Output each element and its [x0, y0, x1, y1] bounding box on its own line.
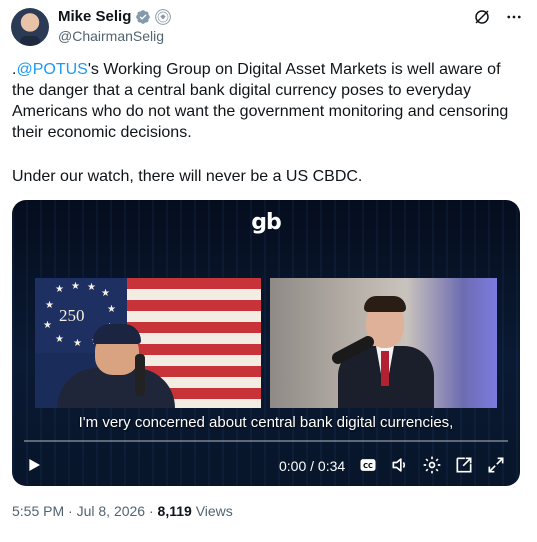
- author-name-row: Mike Selig: [58, 8, 172, 25]
- video-panel-right: [270, 278, 497, 408]
- display-name[interactable]: Mike Selig: [58, 8, 131, 25]
- tweet-meta: 5:55 PM · Jul 8, 2026 · 8,119 Views: [12, 503, 233, 519]
- more-icon[interactable]: [505, 8, 523, 26]
- tweet-date[interactable]: Jul 8, 2026: [77, 503, 146, 519]
- tweet-text-paragraph-2: Under our watch, there will never be a U…: [12, 168, 363, 185]
- video-controls: 0:00 / 0:34 CC: [12, 452, 520, 480]
- gb-logo: gb: [251, 210, 281, 235]
- speaker-right: [329, 296, 450, 408]
- play-icon[interactable]: [26, 457, 42, 473]
- tweet-actions-top: [473, 8, 523, 26]
- meta-separator: ·: [145, 503, 158, 519]
- video-time: 0:00 / 0:34: [279, 458, 346, 474]
- views-count: 8,119: [157, 503, 192, 519]
- captions-icon[interactable]: CC: [358, 455, 378, 475]
- tweet-text: .@POTUS's Working Group on Digital Asset…: [12, 59, 522, 143]
- fullscreen-icon[interactable]: [486, 455, 506, 475]
- video-player[interactable]: gb ★ ★ ★ ★ ★ ★ ★ ★ ★ ★ ★ 250: [12, 200, 520, 486]
- grok-icon[interactable]: [473, 8, 491, 26]
- video-progress-bar[interactable]: [24, 440, 508, 442]
- author-handle[interactable]: @ChairmanSelig: [58, 28, 164, 44]
- pip-icon[interactable]: [454, 455, 474, 475]
- verified-badge-icon[interactable]: [135, 9, 151, 25]
- flag-number: 250: [59, 306, 85, 325]
- tweet: Mike Selig @ChairmanSelig .@POTUS's Work…: [0, 0, 537, 542]
- mention-link[interactable]: @POTUS: [16, 61, 87, 78]
- views-label: Views: [191, 503, 233, 519]
- settings-icon[interactable]: [422, 455, 442, 475]
- avatar[interactable]: [11, 8, 49, 46]
- tweet-time[interactable]: 5:55 PM: [12, 503, 64, 519]
- video-panel-left: ★ ★ ★ ★ ★ ★ ★ ★ ★ ★ ★ 250: [35, 278, 261, 408]
- speaker-left: [57, 324, 175, 408]
- video-control-icons: CC: [358, 455, 506, 475]
- svg-text:CC: CC: [363, 462, 373, 470]
- volume-icon[interactable]: [390, 455, 410, 475]
- video-caption: I'm very concerned about central bank di…: [78, 414, 454, 431]
- government-badge-icon[interactable]: [155, 8, 172, 25]
- meta-separator: ·: [64, 503, 77, 519]
